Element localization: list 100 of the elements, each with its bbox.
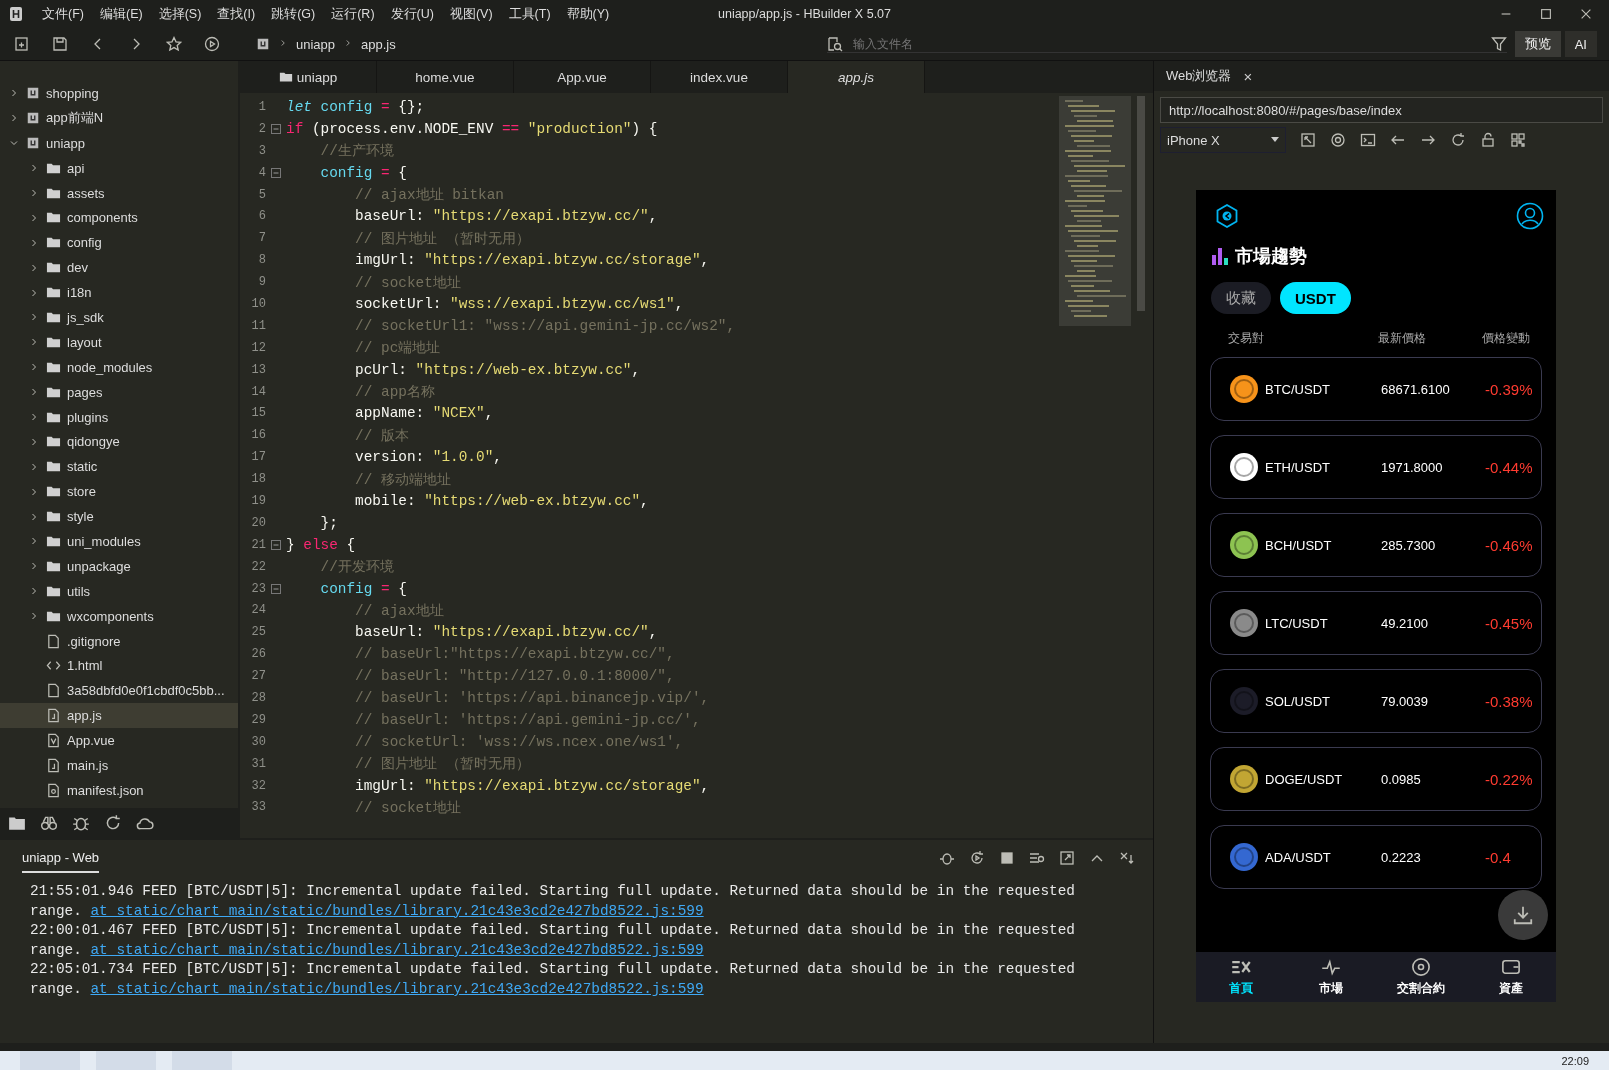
tree-item[interactable]: i18n [0, 280, 238, 305]
tree-item[interactable]: dev [0, 255, 238, 281]
fold-icon[interactable] [271, 583, 281, 594]
market-row[interactable]: ADA/USDT 0.2223 -0.4 [1210, 825, 1542, 889]
tree-item[interactable]: components [0, 205, 238, 231]
code-line: } else { [286, 536, 356, 553]
tree-item[interactable]: app前端N [0, 105, 238, 131]
tree-item[interactable]: main.js [0, 753, 238, 778]
tree-item[interactable]: plugins [0, 404, 238, 430]
tree-item[interactable]: uni_modules [0, 529, 238, 554]
market-row[interactable]: ETH/USDT 1971.8000 -0.44% [1210, 435, 1542, 499]
tree-item[interactable]: qidongye [0, 429, 238, 455]
tree-item[interactable]: unpackage [0, 553, 238, 579]
nav-item[interactable]: 交割合約 [1376, 952, 1466, 1002]
editor-tab[interactable]: app.js [788, 61, 925, 93]
menu-item[interactable]: 发行(U) [382, 5, 442, 23]
close-tab-button[interactable]: × [1243, 67, 1253, 85]
filter-tab[interactable]: 收藏 [1211, 282, 1271, 314]
terminal-icon[interactable] [1360, 132, 1376, 148]
tree-item[interactable]: 3a58dbfd0e0f1cbdf0c5bb... [0, 678, 238, 704]
tree-item[interactable]: config [0, 230, 238, 256]
menu-item[interactable]: 工具(T) [500, 5, 559, 23]
new-file-icon[interactable] [14, 36, 30, 52]
tree-item[interactable]: static [0, 454, 238, 480]
fold-icon[interactable] [271, 167, 281, 178]
scrollbar-thumb[interactable] [1137, 96, 1145, 311]
tree-item[interactable]: .gitignore [0, 628, 238, 654]
bug-icon[interactable] [939, 850, 955, 866]
market-row[interactable]: BCH/USDT 285.7300 -0.46% [1210, 513, 1542, 577]
folder-icon [278, 70, 293, 84]
binoculars-icon[interactable] [40, 814, 58, 832]
menu-item[interactable]: 查找(I) [209, 5, 264, 23]
restart-icon[interactable] [969, 850, 985, 866]
device-dropdown[interactable]: iPhone X [1160, 127, 1286, 153]
menu-item[interactable]: 视图(V) [441, 5, 501, 23]
tree-item[interactable]: style [0, 504, 238, 530]
price-change: -0.44% [1485, 458, 1533, 476]
rotate-icon[interactable] [1300, 132, 1316, 148]
fold-icon[interactable] [271, 123, 281, 134]
run-icon[interactable] [204, 36, 220, 52]
nav-item[interactable]: 資產 [1466, 952, 1556, 1002]
menu-item[interactable]: 文件(F) [34, 5, 92, 23]
settings-icon[interactable] [1330, 132, 1346, 148]
market-row[interactable]: SOL/USDT 79.0039 -0.38% [1210, 669, 1542, 733]
menu-item[interactable]: 编辑(E) [91, 5, 151, 23]
source-link[interactable]: at static/chart_main/static/bundles/library.21c43e3cd2e427bd8522.js:599 [90, 980, 704, 997]
tree-item[interactable]: layout [0, 329, 238, 355]
market-row[interactable]: DOGE/USDT 0.0985 -0.22% [1210, 747, 1542, 811]
console-tab[interactable]: uniapp - Web [22, 843, 100, 873]
user-icon[interactable] [1516, 202, 1544, 230]
filter-icon[interactable] [1490, 35, 1507, 52]
unlock-icon[interactable] [1480, 132, 1496, 148]
tree-item[interactable]: App.vue [0, 728, 238, 754]
market-row[interactable]: LTC/USDT 49.2100 -0.45% [1210, 591, 1542, 655]
tree-item[interactable]: assets [0, 180, 238, 206]
tree-item[interactable]: wxcomponents [0, 603, 238, 629]
file-search-field[interactable]: 输入文件名 [850, 35, 1483, 52]
tree-item[interactable]: pages [0, 379, 238, 405]
breadcrumb-item[interactable]: uniapp [296, 36, 336, 52]
filter-tab[interactable]: USDT [1280, 282, 1351, 314]
tree-item[interactable]: api [0, 155, 238, 181]
nav-item[interactable]: 首頁 [1196, 952, 1286, 1002]
star-icon[interactable] [166, 36, 182, 52]
save-icon[interactable] [52, 36, 68, 52]
fold-icon[interactable] [271, 539, 281, 550]
maximize-icon[interactable] [1539, 7, 1553, 21]
source-link[interactable]: at static/chart_main/static/bundles/library.21c43e3cd2e427bd8522.js:599 [90, 902, 704, 919]
preview-button[interactable]: 预览 [1514, 31, 1561, 57]
tree-item[interactable]: manifest.json [0, 777, 238, 803]
menu-item[interactable]: 运行(R) [323, 5, 383, 23]
download-button[interactable] [1498, 890, 1548, 940]
tree-item[interactable]: utils [0, 578, 238, 604]
export-icon[interactable] [1059, 850, 1075, 866]
stop-icon[interactable] [999, 850, 1015, 866]
refresh-icon[interactable] [104, 814, 122, 832]
tree-item[interactable]: js_sdk [0, 305, 238, 330]
market-row[interactable]: BTC/USDT 68671.6100 -0.39% [1210, 357, 1542, 421]
url-field[interactable]: http://localhost:8080/#/pages/base/index [1160, 97, 1603, 123]
close-icon[interactable] [1579, 7, 1593, 21]
clear-icon[interactable] [1119, 850, 1135, 866]
menu-item[interactable]: 帮助(Y) [558, 5, 618, 23]
breadcrumb-item[interactable]: app.js [361, 36, 396, 52]
file-search-icon[interactable] [826, 35, 843, 52]
project-manager-icon[interactable] [8, 814, 26, 832]
nav-item[interactable]: 市場 [1286, 952, 1376, 1002]
ai-button[interactable]: AI [1564, 31, 1597, 57]
menu-item[interactable]: 选择(S) [150, 5, 210, 23]
tree-item[interactable]: app.js [0, 703, 238, 729]
reload-icon[interactable] [1450, 132, 1466, 148]
tree-item[interactable]: 1.html [0, 653, 238, 679]
browser-tab[interactable]: Web浏览器 [1166, 67, 1232, 85]
source-link[interactable]: at static/chart_main/static/bundles/library.21c43e3cd2e427bd8522.js:599 [90, 941, 704, 958]
qr-code-icon[interactable] [1510, 132, 1526, 148]
menu-item[interactable]: 跳转(G) [263, 5, 324, 23]
minimap-drawing[interactable] [1059, 96, 1131, 326]
tree-item[interactable]: store [0, 479, 238, 505]
tree-item[interactable]: shopping [0, 81, 238, 106]
tree-item[interactable]: uniapp [0, 130, 238, 156]
tree-item[interactable]: node_modules [0, 354, 238, 380]
filter-list-icon[interactable] [1029, 850, 1045, 866]
